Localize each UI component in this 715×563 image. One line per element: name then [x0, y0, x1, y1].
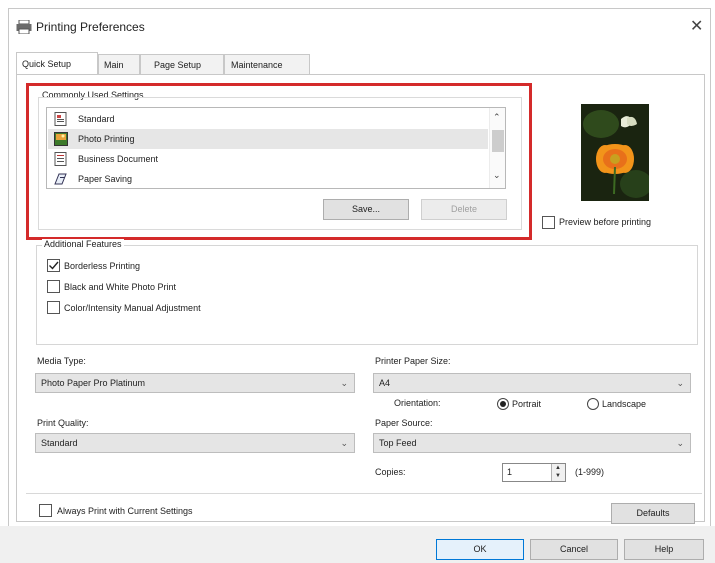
copies-range: (1-999): [575, 467, 605, 477]
paper-size-label: Printer Paper Size:: [375, 356, 451, 366]
tab-main[interactable]: Main: [98, 54, 140, 74]
list-item-photo-printing[interactable]: Photo Printing: [48, 129, 488, 149]
list-item-business-document[interactable]: Business Document: [48, 149, 488, 169]
tab-quick-setup[interactable]: Quick Setup: [16, 52, 98, 74]
divider: [26, 493, 702, 494]
print-quality-dropdown[interactable]: Standard ⌄: [35, 433, 355, 453]
list-item-label: Photo Printing: [78, 134, 135, 144]
list-item-paper-saving[interactable]: Paper Saving: [48, 169, 488, 189]
portrait-label: Portrait: [512, 399, 542, 409]
photo-icon: [54, 132, 68, 146]
copies-value: 1: [507, 467, 513, 477]
tab-maintenance[interactable]: Maintenance: [224, 54, 310, 74]
print-quality-value: Standard: [41, 438, 78, 448]
list-item-label: Paper Saving: [78, 174, 133, 184]
list-item-label: Business Document: [78, 154, 159, 164]
chevron-down-icon: ⌄: [340, 438, 348, 448]
scroll-up-icon[interactable]: ⌃: [493, 112, 501, 123]
media-type-dropdown[interactable]: Photo Paper Pro Platinum ⌄: [35, 373, 355, 393]
paper-source-dropdown[interactable]: Top Feed ⌄: [373, 433, 691, 453]
standard-doc-icon: [54, 112, 67, 126]
media-type-label: Media Type:: [37, 356, 86, 366]
tab-page-setup[interactable]: Page Setup: [140, 54, 224, 74]
print-quality-label: Print Quality:: [37, 418, 89, 428]
preview-image: [581, 104, 649, 201]
color-intensity-checkbox[interactable]: [47, 301, 60, 314]
landscape-label: Landscape: [602, 399, 647, 409]
spin-buttons[interactable]: ▲ ▼: [551, 464, 565, 481]
always-print-checkbox[interactable]: [39, 504, 52, 517]
additional-features-label: Additional Features: [42, 239, 124, 249]
spin-up-icon[interactable]: ▲: [555, 465, 561, 471]
chevron-down-icon: ⌄: [340, 378, 348, 388]
color-intensity-label: Color/Intensity Manual Adjustment: [64, 303, 201, 313]
black-and-white-photo-label: Black and White Photo Print: [64, 282, 177, 292]
chevron-down-icon: ⌄: [676, 438, 684, 448]
scroll-down-icon[interactable]: ⌄: [493, 170, 501, 181]
orientation-label: Orientation:: [394, 398, 441, 408]
preview-before-printing-label: Preview before printing: [559, 217, 652, 227]
always-print-label: Always Print with Current Settings: [57, 506, 193, 516]
paper-source-value: Top Feed: [379, 438, 417, 448]
paper-source-label: Paper Source:: [375, 418, 433, 428]
copies-spinner[interactable]: 1 ▲ ▼: [502, 463, 566, 482]
cancel-button[interactable]: Cancel: [530, 539, 618, 560]
spin-down-icon[interactable]: ▼: [555, 473, 561, 479]
save-button[interactable]: Save...: [323, 199, 409, 220]
landscape-radio[interactable]: [587, 398, 599, 410]
ok-button[interactable]: OK: [436, 539, 524, 560]
paper-size-value: A4: [379, 378, 391, 388]
paper-size-dropdown[interactable]: A4 ⌄: [373, 373, 691, 393]
additional-features-group: [36, 245, 698, 345]
media-type-value: Photo Paper Pro Platinum: [41, 378, 146, 388]
black-and-white-photo-checkbox[interactable]: [47, 280, 60, 293]
list-item-label: Standard: [78, 114, 115, 124]
settings-listbox[interactable]: Standard Photo Printing Business Documen…: [46, 107, 506, 189]
delete-button[interactable]: Delete: [421, 199, 507, 220]
borderless-printing-label: Borderless Printing: [64, 261, 141, 271]
business-doc-icon: [54, 152, 67, 166]
preview-before-printing-checkbox[interactable]: [542, 216, 555, 229]
portrait-radio[interactable]: [497, 398, 509, 410]
list-scrollbar[interactable]: ⌃ ⌄: [489, 108, 505, 188]
list-item-standard[interactable]: Standard: [48, 109, 488, 129]
help-button[interactable]: Help: [624, 539, 704, 560]
window-title: Printing Preferences: [36, 20, 145, 34]
paper-saving-icon: [54, 173, 67, 185]
close-icon[interactable]: ✕: [690, 16, 703, 36]
defaults-button[interactable]: Defaults: [611, 503, 695, 524]
scroll-thumb[interactable]: [492, 130, 504, 152]
copies-label: Copies:: [375, 467, 406, 477]
checkmark-icon: [49, 261, 59, 270]
printer-icon: [16, 20, 32, 34]
chevron-down-icon: ⌄: [676, 378, 684, 388]
borderless-printing-checkbox[interactable]: [47, 259, 60, 272]
